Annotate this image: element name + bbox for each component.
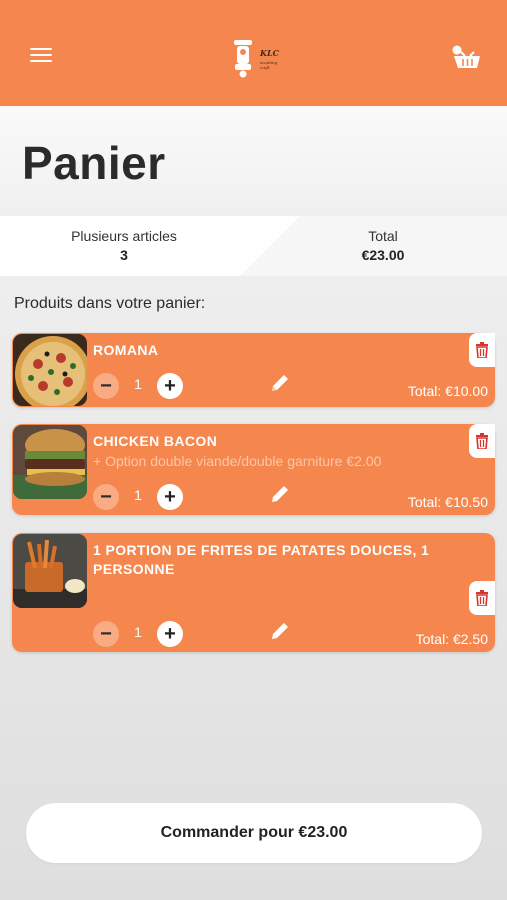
item-quantity: 1 bbox=[134, 376, 142, 392]
item-name: CHICKEN BACON bbox=[93, 433, 218, 449]
total-label: Total bbox=[368, 228, 398, 244]
total-block: Total €23.00 bbox=[283, 228, 483, 263]
scooter-logo-icon bbox=[234, 40, 252, 78]
trash-icon[interactable] bbox=[469, 424, 495, 458]
items-label: Plusieurs articles bbox=[71, 228, 177, 244]
page-title: Panier bbox=[22, 137, 166, 189]
fries-image bbox=[13, 534, 87, 608]
menu-icon[interactable] bbox=[30, 48, 52, 64]
decrease-quantity-button[interactable]: − bbox=[93, 373, 119, 399]
item-option: + Option double viande/double garniture … bbox=[93, 453, 382, 469]
basket-icon[interactable] bbox=[450, 44, 482, 70]
decrease-quantity-button[interactable]: − bbox=[93, 621, 119, 647]
items-count: 3 bbox=[120, 247, 128, 263]
items-count-block: Plusieurs articles 3 bbox=[24, 228, 224, 263]
item-total: Total: €10.50 bbox=[407, 494, 488, 510]
item-quantity: 1 bbox=[134, 487, 142, 503]
total-value: €23.00 bbox=[361, 247, 405, 263]
increase-quantity-button[interactable]: + bbox=[157, 373, 183, 399]
trash-icon[interactable] bbox=[469, 333, 495, 367]
increase-quantity-button[interactable]: + bbox=[157, 484, 183, 510]
cart-item: CHICKEN BACON + Option double viande/dou… bbox=[12, 424, 495, 515]
pencil-icon[interactable] bbox=[269, 372, 291, 394]
item-total: Total: €10.00 bbox=[407, 383, 488, 399]
item-name: ROMANA bbox=[93, 342, 159, 358]
burger-image bbox=[13, 425, 87, 499]
cart-item: ROMANA − 1 + Total: €10.00 bbox=[12, 333, 495, 407]
cart-summary: Plusieurs articles 3 Total €23.00 bbox=[0, 216, 507, 276]
trash-icon[interactable] bbox=[469, 581, 495, 615]
logo-subtext: scooting craft bbox=[260, 60, 278, 70]
section-label: Produits dans votre panier: bbox=[14, 295, 206, 312]
top-bar: KLC scooting craft bbox=[0, 0, 507, 106]
cart-item: 1 PORTION DE FRITES DE PATATES DOUCES, 1… bbox=[12, 533, 495, 652]
increase-quantity-button[interactable]: + bbox=[157, 621, 183, 647]
title-band: Panier bbox=[0, 106, 507, 216]
pencil-icon[interactable] bbox=[269, 620, 291, 642]
item-total: Total: €2.50 bbox=[415, 631, 488, 647]
pencil-icon[interactable] bbox=[269, 483, 291, 505]
logo: KLC scooting craft bbox=[226, 36, 286, 78]
logo-text: KLC bbox=[260, 48, 279, 58]
pizza-image bbox=[13, 334, 87, 406]
item-quantity: 1 bbox=[134, 624, 142, 640]
checkout-button[interactable]: Commander pour €23.00 bbox=[26, 803, 482, 863]
decrease-quantity-button[interactable]: − bbox=[93, 484, 119, 510]
item-name: 1 PORTION DE FRITES DE PATATES DOUCES, 1… bbox=[93, 542, 430, 577]
